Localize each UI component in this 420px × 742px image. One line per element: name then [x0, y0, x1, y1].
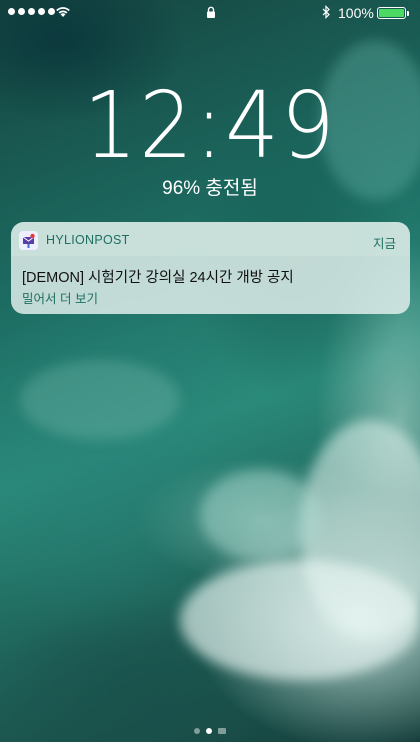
- notification-slide-hint: 밀어서 더 보기: [22, 292, 98, 306]
- charging-status: 96% 충전됨: [162, 178, 258, 199]
- battery-cap: [407, 11, 409, 16]
- wave-foam: [20, 360, 180, 440]
- page-dot-active: [206, 728, 212, 734]
- camera-page-icon: [218, 728, 226, 734]
- cellular-signal-icon: [8, 8, 55, 15]
- notification-title: [DEMON] 시험기간 강의실 24시간 개방 공지: [22, 270, 294, 286]
- page-dot: [194, 728, 200, 734]
- lock-icon: [207, 6, 215, 18]
- status-bar: 100%: [0, 0, 420, 26]
- hylionpost-app-icon: [19, 231, 38, 250]
- page-indicator: [0, 728, 420, 734]
- wave-foam: [200, 470, 320, 560]
- lock-screen-clock: 12:49: [83, 72, 337, 179]
- battery-icon: [377, 7, 406, 19]
- notification-card[interactable]: HYLIONPOST 지금 [DEMON] 시험기간 강의실 24시간 개방 공…: [11, 222, 410, 314]
- notification-app-name: HYLIONPOST: [46, 233, 130, 247]
- notification-header: HYLIONPOST 지금: [11, 222, 410, 256]
- wave-foam: [180, 560, 420, 680]
- battery-percentage: 100%: [338, 5, 374, 21]
- notification-time: 지금: [372, 237, 396, 251]
- wifi-icon: [56, 7, 70, 17]
- bluetooth-icon: [322, 5, 330, 19]
